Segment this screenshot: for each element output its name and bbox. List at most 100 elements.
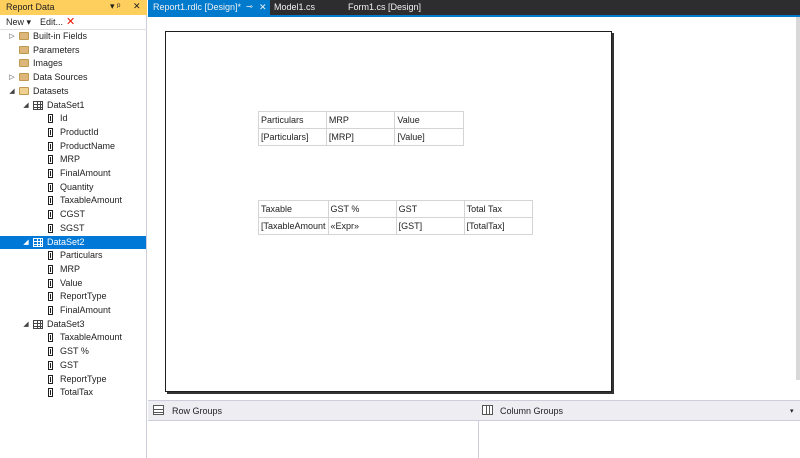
tablix-tax[interactable]: Taxable GST % GST Total Tax [TaxableAmou… bbox=[258, 200, 534, 235]
field-icon bbox=[48, 251, 53, 261]
tab-form1-design[interactable]: Form1.cs [Design] bbox=[340, 0, 430, 15]
tab-close-icon[interactable]: ✕ bbox=[259, 2, 267, 13]
report-data-toolbar: New ▾ Edit... ✕ bbox=[0, 15, 147, 30]
table-cell[interactable]: Value bbox=[394, 111, 464, 129]
row-groups-label: Row Groups bbox=[172, 406, 223, 416]
table-cell[interactable]: Taxable bbox=[258, 200, 329, 218]
tree-item[interactable]: Quantity bbox=[0, 181, 146, 194]
new-dropdown-button[interactable]: New ▾ bbox=[6, 17, 31, 28]
field-icon bbox=[48, 306, 53, 315]
panel-close-icon[interactable]: ✕ bbox=[133, 1, 141, 12]
tree-item-label: Built-in Fields bbox=[33, 31, 88, 41]
table-cell[interactable]: [TotalTax] bbox=[463, 217, 534, 235]
tab-label: Model1.cs bbox=[274, 2, 316, 12]
tree-item[interactable]: Parameters bbox=[0, 44, 146, 57]
field-icon bbox=[48, 347, 53, 357]
table-header-row: Taxable GST % GST Total Tax bbox=[258, 200, 534, 218]
collapse-arrow-icon[interactable]: ◢ bbox=[22, 238, 30, 246]
tree-item[interactable]: TotalTax bbox=[0, 386, 146, 399]
tree-item-label: Quantity bbox=[60, 181, 94, 192]
table-cell[interactable]: [TaxableAmount bbox=[258, 217, 329, 235]
tree-item[interactable]: SGST bbox=[0, 222, 146, 235]
tree-item[interactable]: TaxableAmount bbox=[0, 331, 146, 344]
tree-item[interactable]: ProductName bbox=[0, 140, 146, 153]
table-icon bbox=[33, 319, 43, 329]
tree-item[interactable]: ▷ Built-in Fields bbox=[0, 30, 146, 43]
tree-item[interactable]: ReportType bbox=[0, 373, 146, 386]
field-icon bbox=[48, 264, 53, 274]
table-cell[interactable]: GST bbox=[395, 200, 465, 218]
delete-icon[interactable]: ✕ bbox=[66, 15, 75, 28]
field-icon bbox=[48, 155, 53, 165]
table-cell[interactable]: [GST] bbox=[395, 217, 465, 235]
grouping-divider bbox=[478, 421, 479, 458]
table-cell[interactable]: [MRP] bbox=[325, 128, 396, 146]
tree-item[interactable]: ProductId bbox=[0, 126, 146, 139]
tree-item-label: ProductId bbox=[60, 126, 99, 137]
tree-item[interactable]: ReportType bbox=[0, 290, 146, 303]
tree-item-label: MRP bbox=[60, 263, 80, 274]
tree-item[interactable]: GST bbox=[0, 359, 146, 372]
table-cell[interactable]: Total Tax bbox=[463, 200, 534, 218]
field-icon bbox=[48, 114, 53, 124]
tree-item-label: Id bbox=[60, 113, 68, 124]
table-cell[interactable]: [Value] bbox=[394, 128, 464, 146]
tree-item[interactable]: CGST bbox=[0, 208, 146, 221]
tree-item-label: DataSet3 bbox=[47, 318, 85, 329]
tree-item[interactable]: TaxableAmount bbox=[0, 194, 146, 207]
collapse-arrow-icon[interactable]: ◢ bbox=[22, 320, 30, 328]
collapse-arrow-icon[interactable]: ◢ bbox=[22, 101, 30, 109]
tree-item[interactable]: ◢ DataSet3 bbox=[0, 318, 146, 331]
expand-arrow-icon[interactable]: ▷ bbox=[8, 73, 16, 81]
tab-pin-icon[interactable]: ⊸ bbox=[246, 2, 253, 11]
table-cell[interactable]: Particulars bbox=[258, 111, 327, 129]
tree-item[interactable]: MRP bbox=[0, 153, 146, 166]
panel-menu-pin-icon[interactable]: ▾ ᵖ bbox=[110, 1, 120, 12]
tree-item[interactable]: FinalAmount bbox=[0, 167, 146, 180]
tree-item[interactable]: FinalAmount bbox=[0, 304, 146, 317]
expand-arrow-icon[interactable]: ▷ bbox=[8, 32, 16, 40]
column-groups-icon bbox=[482, 405, 493, 415]
tree-item-label: DataSet1 bbox=[47, 99, 85, 110]
tree-item[interactable]: Value bbox=[0, 277, 146, 290]
field-icon bbox=[48, 278, 53, 288]
tablix-particulars[interactable]: Particulars MRP Value [Particulars] [MRP… bbox=[258, 111, 464, 146]
table-cell[interactable]: GST % bbox=[327, 200, 397, 218]
tree-item[interactable]: Images bbox=[0, 57, 146, 70]
table-cell[interactable]: [Particulars] bbox=[258, 128, 327, 146]
tree-item-label: TaxableAmount bbox=[60, 332, 123, 343]
tree-item[interactable]: ◢ DataSet2 bbox=[0, 235, 146, 249]
tree-item-label: Data Sources bbox=[33, 72, 88, 83]
vertical-scrollbar[interactable] bbox=[796, 17, 800, 380]
folder-icon bbox=[19, 73, 29, 82]
table-detail-row: [Particulars] [MRP] [Value] bbox=[258, 128, 464, 146]
tree-item[interactable]: ◢ Datasets bbox=[0, 85, 146, 98]
grouping-dropdown-icon[interactable]: ▾ bbox=[790, 407, 794, 415]
report-design-surface[interactable]: Particulars MRP Value [Particulars] [MRP… bbox=[148, 17, 800, 400]
report-data-title: Report Data bbox=[6, 2, 55, 12]
table-cell[interactable]: «Expr» bbox=[327, 217, 397, 235]
tree-item-label: MRP bbox=[60, 154, 80, 165]
folder-open-icon bbox=[19, 86, 29, 95]
edit-button[interactable]: Edit... bbox=[40, 17, 63, 27]
tree-item-label: Datasets bbox=[33, 85, 69, 96]
tree-item[interactable]: Id bbox=[0, 112, 146, 125]
table-cell[interactable]: MRP bbox=[325, 111, 396, 129]
field-icon bbox=[48, 333, 53, 343]
collapse-arrow-icon[interactable]: ◢ bbox=[8, 87, 16, 95]
tree-item[interactable]: GST % bbox=[0, 345, 146, 358]
tab-model1-cs[interactable]: Model1.cs bbox=[270, 0, 340, 15]
report-data-title-bar: Report Data ▾ ᵖ ✕ bbox=[0, 0, 147, 15]
tree-item-label: FinalAmount bbox=[60, 305, 111, 315]
tree-item-label: ReportType bbox=[60, 291, 107, 302]
tree-item[interactable]: ▷ Data Sources bbox=[0, 71, 146, 84]
tree-item[interactable]: MRP bbox=[0, 263, 146, 276]
tab-report1-rdlc[interactable]: Report1.rdlc [Design]* ⊸ ✕ bbox=[148, 0, 270, 15]
report-data-panel: Report Data ▾ ᵖ ✕ New ▾ Edit... ✕ ▷ Built… bbox=[0, 0, 147, 458]
folder-icon bbox=[19, 59, 29, 68]
tree-item[interactable]: ◢ DataSet1 bbox=[0, 99, 146, 112]
tree-item[interactable]: Particulars bbox=[0, 249, 146, 262]
report-body[interactable]: Particulars MRP Value [Particulars] [MRP… bbox=[165, 31, 612, 392]
table-header-row: Particulars MRP Value bbox=[258, 111, 464, 129]
field-icon bbox=[48, 388, 53, 398]
